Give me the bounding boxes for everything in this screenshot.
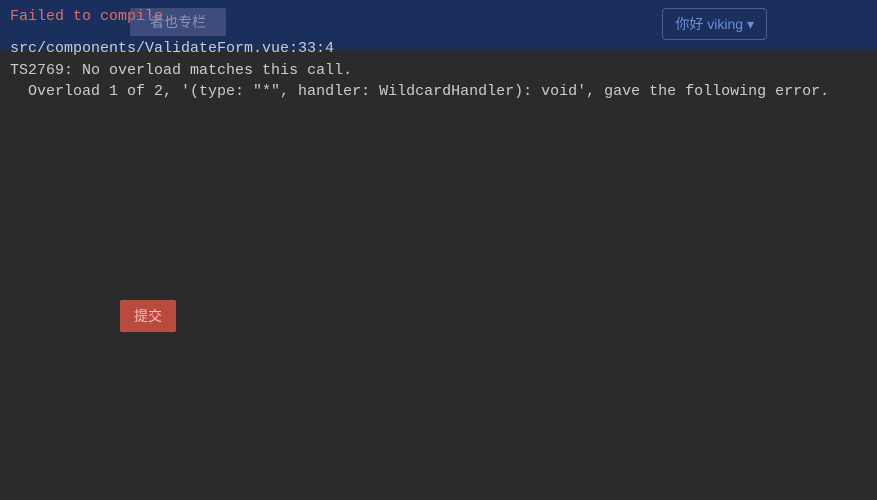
error-message-line: Overload 1 of 2, '(type: "*", handler: W… xyxy=(10,81,867,103)
compile-error-overlay: Failed to compile. src/components/Valida… xyxy=(0,0,877,113)
error-message-body: No overload matches this call. xyxy=(82,62,352,79)
error-title: Failed to compile. xyxy=(10,6,867,28)
error-location: src/components/ValidateForm.vue:33:4 xyxy=(10,38,867,60)
error-message: TS2769: No overload matches this call. xyxy=(10,60,867,82)
background-submit-button: 提交 xyxy=(120,300,176,332)
